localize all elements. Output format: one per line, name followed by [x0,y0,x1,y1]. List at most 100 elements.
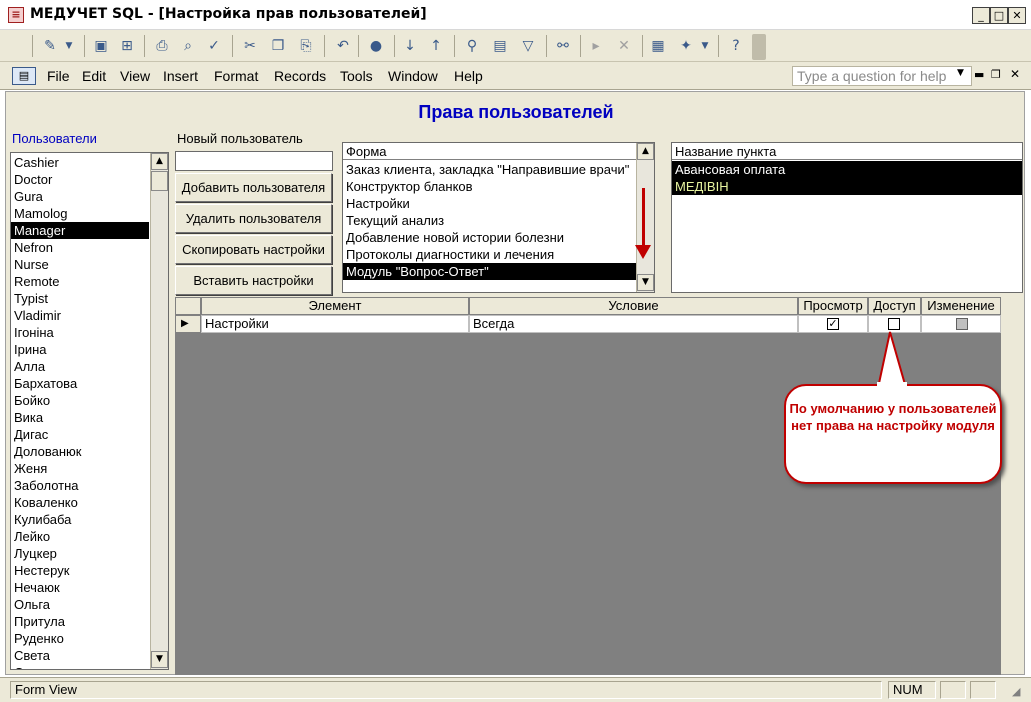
filter-by-form-icon[interactable]: ▤ [490,36,510,56]
print-icon[interactable]: ⎙ [152,36,172,56]
user-list-item[interactable]: Бархатова [11,375,149,392]
save-icon[interactable]: ▣ [91,36,111,56]
user-list-item[interactable]: Руденко [11,630,149,647]
cell-condition[interactable]: Всегда [469,315,798,333]
child-restore-icon[interactable]: ❐ [991,68,1001,81]
user-list-item[interactable]: Typist [11,290,149,307]
child-minimize-icon[interactable]: ▬ [974,68,984,81]
column-access[interactable]: Доступ [868,297,921,315]
menu-insert[interactable]: Insert [160,66,201,86]
user-list-item[interactable]: Света [11,647,149,664]
users-list[interactable]: Cashier Doctor Gura Mamolog Manager Nefron Nur… [10,152,169,670]
delete-user-button[interactable]: Удалить пользователя [175,204,332,233]
paste-settings-button[interactable]: Вставить настройки [175,266,332,295]
spelling-icon[interactable]: ✓ [204,36,224,56]
child-close-icon[interactable]: ✕ [1010,67,1020,81]
apply-filter-icon[interactable]: ▽ [518,36,538,56]
resize-grip-icon[interactable]: ◢ [1012,685,1020,698]
paste-icon[interactable]: ⎘ [296,36,316,56]
add-user-button[interactable]: Добавить пользователя [175,173,332,202]
help-dropdown-icon[interactable]: ▼ [957,68,964,78]
user-list-item[interactable]: Женя [11,460,149,477]
menu-file[interactable]: File [44,66,73,86]
sort-descending-icon[interactable]: ↑ [426,36,446,56]
view-dropdown-icon[interactable]: ▼ [62,36,76,56]
cut-icon[interactable]: ✂ [240,36,260,56]
menu-records[interactable]: Records [271,66,329,86]
scroll-up-icon[interactable]: ▲ [637,143,654,160]
filter-by-selection-icon[interactable]: ⚲ [462,36,482,56]
column-condition[interactable]: Условие [469,297,798,315]
maximize-button[interactable]: □ [990,7,1008,24]
column-change[interactable]: Изменение [921,297,1001,315]
column-element[interactable]: Элемент [201,297,469,315]
form-list-item[interactable]: Текущий анализ [343,212,637,229]
user-list-item[interactable]: Заболотна [11,477,149,494]
copy-icon[interactable]: ❐ [268,36,288,56]
form-list-item[interactable]: Добавление новой истории болезни [343,229,637,246]
user-list-item[interactable]: Притула [11,613,149,630]
new-user-input[interactable] [175,151,333,171]
user-list-item[interactable]: Gura [11,188,149,205]
user-list-item[interactable]: Ірина [11,341,149,358]
copy-settings-button[interactable]: Скопировать настройки [175,235,332,264]
menu-edit[interactable]: Edit [79,66,109,86]
menu-format[interactable]: Format [211,66,261,86]
form-list-item[interactable]: Протоколы диагностики и лечения [343,246,637,263]
user-list-item[interactable]: Cashier [11,154,149,171]
user-list-item[interactable]: Вика [11,409,149,426]
user-list-item[interactable]: Ігоніна [11,324,149,341]
user-list-item[interactable]: Nurse [11,256,149,273]
user-list-item[interactable]: Бойко [11,392,149,409]
file-search-icon[interactable]: ⊞ [117,36,137,56]
user-list-item[interactable]: Ольга [11,596,149,613]
design-view-icon[interactable]: ✎ [40,36,60,56]
cell-element[interactable]: Настройки [201,315,469,333]
menu-help[interactable]: Help [451,66,486,86]
menu-tools[interactable]: Tools [337,66,376,86]
user-list-item[interactable]: Дигас [11,426,149,443]
delete-record-icon[interactable]: ✕ [614,36,634,56]
scroll-down-icon[interactable]: ▼ [151,651,168,668]
user-list-item[interactable]: Нестерук [11,562,149,579]
find-icon[interactable]: ⚯ [553,36,573,56]
scroll-thumb[interactable] [151,171,168,191]
user-list-item[interactable]: Doctor [11,171,149,188]
menu-item-row[interactable]: МЕДІВІН [672,178,1022,195]
user-list-item[interactable]: Лейко [11,528,149,545]
column-view[interactable]: Просмотр [798,297,868,315]
user-list-item[interactable]: Коваленко [11,494,149,511]
help-icon[interactable]: ? [726,36,746,56]
minimize-button[interactable]: _ [972,7,990,24]
user-list-item[interactable]: Manager [11,222,149,239]
close-button[interactable]: ✕ [1008,7,1026,24]
form-list-item[interactable]: Конструктор бланков [343,178,637,195]
change-checkbox[interactable] [956,318,968,330]
user-list-item[interactable]: Mamolog [11,205,149,222]
form-list-item[interactable]: Заказ клиента, закладка "Направившие вра… [343,161,637,178]
form-icon[interactable]: ▤ [12,67,36,85]
record-selector-icon[interactable]: ▶ [175,315,201,333]
menu-window[interactable]: Window [385,66,441,86]
sort-ascending-icon[interactable]: ↓ [400,36,420,56]
app-icon[interactable]: ≡ [8,7,24,23]
user-list-item[interactable]: Смирнова [11,664,149,669]
user-list-item[interactable]: Алла [11,358,149,375]
user-list-item[interactable]: Remote [11,273,149,290]
print-preview-icon[interactable]: ⌕ [178,36,198,56]
form-list-item[interactable]: Настройки [343,195,637,212]
user-list-item[interactable]: Vladimir [11,307,149,324]
new-object-icon[interactable]: ✦ [676,36,696,56]
scroll-down-icon[interactable]: ▼ [637,274,654,291]
new-record-icon[interactable]: ▸ [586,36,606,56]
undo-icon[interactable]: ↶ [333,36,353,56]
users-scrollbar[interactable]: ▲ ▼ [150,153,168,669]
user-list-item[interactable]: Луцкер [11,545,149,562]
new-object-dropdown-icon[interactable]: ▼ [698,36,712,56]
access-checkbox[interactable] [888,318,900,330]
database-window-icon[interactable]: ▦ [648,36,668,56]
menu-view[interactable]: View [117,66,153,86]
user-list-item[interactable]: Nefron [11,239,149,256]
toolbar-options-handle[interactable] [752,34,766,60]
form-list-item[interactable]: Модуль "Вопрос-Ответ" [343,263,637,280]
